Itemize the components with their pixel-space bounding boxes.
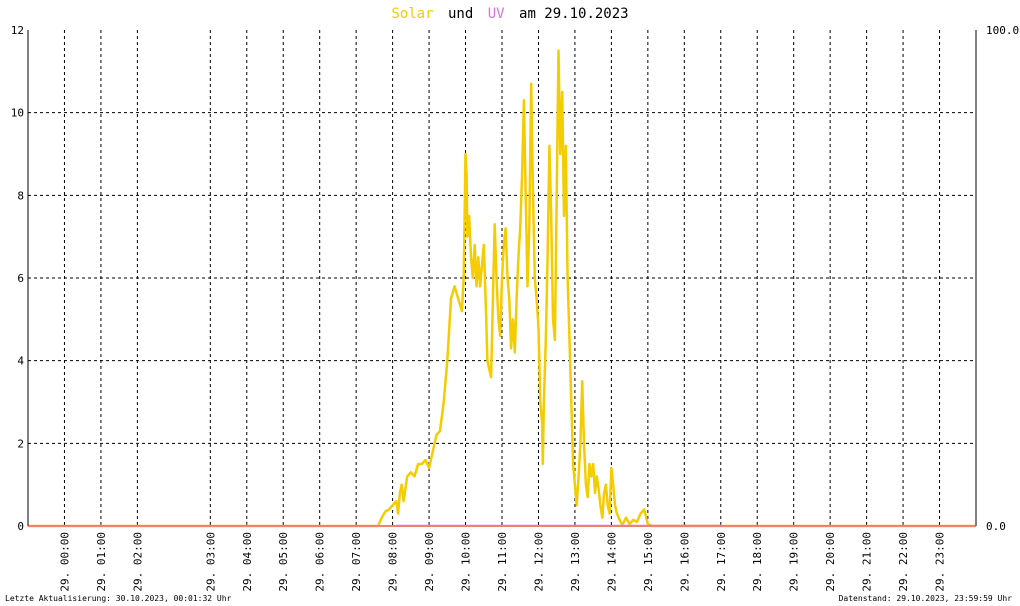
x-tick-label: 29. 00:00 <box>58 532 71 592</box>
x-tick-label: 29. 17:00 <box>715 532 728 592</box>
x-tick-label: 29. 07:00 <box>350 532 363 592</box>
x-tick-label: 29. 20:00 <box>824 532 837 592</box>
x-tick-label: 29. 11:00 <box>496 532 509 592</box>
footer-data-status: Datenstand: 29.10.2023, 23:59:59 Uhr <box>839 594 1013 603</box>
x-tick-label: 29. 22:00 <box>897 532 910 592</box>
chart-title: Solar und UV am 29.10.2023 <box>391 6 628 22</box>
axes: 0 2 4 6 8 10 12 0.0 100.0 29. 00:00 29. 01:00 29. 0… <box>11 24 1019 592</box>
x-tick-label: 29. 08:00 <box>387 532 400 592</box>
x-tick-label: 29. 02:00 <box>131 532 144 592</box>
x-tick-label: 29. 14:00 <box>605 532 618 592</box>
y-tick-label: 2 <box>17 437 24 450</box>
y-tick-label: 10 <box>11 107 24 120</box>
x-tick-label: 29. 04:00 <box>241 532 254 592</box>
x-tick-label: 29. 23:00 <box>934 532 947 592</box>
x-tick-label: 29. 01:00 <box>95 532 108 592</box>
title-und: und <box>448 6 473 22</box>
x-tick-label: 29. 19:00 <box>788 532 801 592</box>
title-date: am 29.10.2023 <box>519 6 629 22</box>
y-tick-label: 0 <box>17 520 24 533</box>
y-tick-label: 8 <box>17 189 24 202</box>
y-right-tick-label: 0.0 <box>986 520 1006 533</box>
y-tick-label: 4 <box>17 355 24 368</box>
title-solar: Solar <box>391 6 433 22</box>
x-tick-label: 29. 10:00 <box>460 532 473 592</box>
footer-last-update: Letzte Aktualisierung: 30.10.2023, 00:01… <box>5 594 232 603</box>
y-right-tick-label: 100.0 <box>986 24 1019 37</box>
x-tick-label: 29. 12:00 <box>532 532 545 592</box>
y-tick-label: 12 <box>11 24 24 37</box>
x-tick-label: 29. 16:00 <box>678 532 691 592</box>
title-uv: UV <box>488 6 505 22</box>
x-tick-label: 29. 09:00 <box>423 532 436 592</box>
x-tick-label: 29. 03:00 <box>204 532 217 592</box>
x-tick-label: 29. 13:00 <box>569 532 582 592</box>
solar-uv-chart: Solar und UV am 29.10.2023 0 2 4 6 8 10 12 0.0 1… <box>5 6 1019 603</box>
x-tick-label: 29. 18:00 <box>751 532 764 592</box>
y-tick-label: 6 <box>17 272 24 285</box>
x-tick-label: 29. 06:00 <box>314 532 327 592</box>
x-tick-label: 29. 05:00 <box>277 532 290 592</box>
x-tick-label: 29. 15:00 <box>642 532 655 592</box>
x-tick-label: 29. 21:00 <box>861 532 874 592</box>
